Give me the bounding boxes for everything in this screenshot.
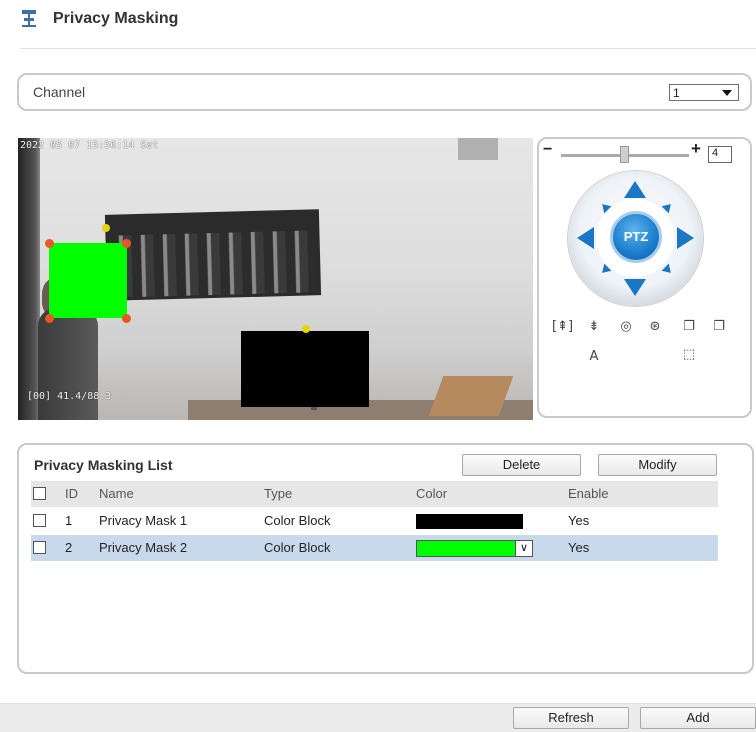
mask-2-corner-handle[interactable] — [122, 239, 131, 248]
mask-2-corner-handle[interactable] — [45, 314, 54, 323]
focus-far-icon[interactable]: ⊛ — [645, 318, 665, 336]
row-checkbox[interactable] — [33, 541, 46, 554]
iris-open-icon[interactable]: ❐ — [679, 318, 699, 336]
zoom-slider-thumb[interactable] — [620, 146, 629, 163]
channel-bar: Channel 1 — [17, 73, 752, 111]
channel-label: Channel — [33, 84, 86, 100]
scene-person — [38, 308, 98, 420]
row-name: Privacy Mask 1 — [99, 513, 188, 528]
delete-button[interactable]: Delete — [462, 454, 581, 476]
row-id: 2 — [65, 540, 73, 555]
row-color-select[interactable]: ∨ — [416, 540, 533, 557]
chevron-down-icon — [722, 90, 732, 96]
header-divider — [20, 48, 756, 49]
scene-left-edge — [18, 138, 40, 420]
row-enable: Yes — [568, 540, 590, 555]
channel-select[interactable]: 1 — [669, 84, 739, 101]
privacy-masking-icon — [22, 10, 36, 27]
column-header-color: Color — [416, 486, 448, 501]
page-title: Privacy Masking — [53, 10, 179, 27]
privacy-mask-2-region[interactable] — [49, 243, 127, 318]
pan-right-icon[interactable] — [677, 227, 694, 249]
mask-2-corner-handle[interactable] — [122, 314, 131, 323]
ptz-center-button[interactable]: PTZ — [610, 211, 662, 263]
refresh-button[interactable]: Refresh — [513, 707, 629, 729]
scene-wall-plate — [458, 138, 498, 160]
row-checkbox[interactable] — [33, 514, 46, 527]
pan-left-icon[interactable] — [577, 227, 594, 249]
mask-2-corner-handle[interactable] — [45, 239, 54, 248]
video-preview[interactable]: 2022 05 07 15:56:14 Sat [00] 41.4/88.3 — [18, 138, 533, 420]
table-row[interactable]: 2 Privacy Mask 2 Color Block ∨ Yes — [31, 535, 718, 561]
zoom-minus-button[interactable]: − — [543, 141, 552, 159]
mask-2-move-handle-icon[interactable] — [102, 224, 110, 232]
row-enable: Yes — [568, 513, 590, 528]
zoom-in-icon[interactable]: [⇞] — [552, 318, 573, 336]
table-row[interactable]: 1 Privacy Mask 1 Color Block Yes — [31, 508, 718, 534]
scene-curtain — [109, 230, 316, 298]
modify-button[interactable]: Modify — [598, 454, 717, 476]
zoom-plus-button[interactable]: + — [691, 139, 701, 159]
privacy-mask-1-region[interactable] — [241, 331, 369, 407]
mask-1-handle-icon[interactable] — [302, 325, 310, 333]
row-type: Color Block — [264, 513, 331, 528]
column-header-type: Type — [264, 486, 293, 501]
table-header: ID Name Type Color Enable — [31, 481, 718, 507]
column-header-enable: Enable — [568, 486, 609, 501]
channel-select-value: 1 — [673, 86, 680, 100]
privacy-masking-list-panel: Privacy Masking List Delete Modify ID Na… — [17, 443, 754, 674]
add-button[interactable]: Add — [640, 707, 756, 729]
chevron-down-icon: ∨ — [515, 541, 532, 556]
row-type: Color Block — [264, 540, 331, 555]
pan-down-icon[interactable] — [624, 279, 646, 296]
column-header-name: Name — [99, 486, 134, 501]
pan-up-icon[interactable] — [624, 181, 646, 198]
ptz-panel: − + 4 PTZ [⇞] ⇟ ◎ ⊛ ❐ ❐ A ⬚ — [537, 137, 752, 418]
select-all-checkbox[interactable] — [33, 487, 46, 500]
ptz-direction-pad: PTZ — [568, 171, 703, 306]
pan-down-right-icon[interactable] — [661, 263, 675, 277]
auto-focus-icon[interactable]: A — [584, 348, 604, 366]
row-color-swatch — [416, 514, 523, 529]
zoom-out-icon[interactable]: ⇟ — [584, 318, 604, 336]
column-header-id: ID — [65, 486, 78, 501]
zoom-value-input[interactable]: 4 — [708, 146, 732, 163]
row-id: 1 — [65, 513, 73, 528]
row-name: Privacy Mask 2 — [99, 540, 188, 555]
osd-timestamp: 2022 05 07 15:56:14 Sat — [20, 140, 159, 151]
osd-coordinates: [00] 41.4/88.3 — [27, 391, 112, 402]
scene-box — [428, 376, 514, 416]
fullscreen-icon[interactable]: ⬚ — [679, 346, 699, 364]
focus-near-icon[interactable]: ◎ — [616, 318, 636, 336]
iris-close-icon[interactable]: ❐ — [709, 318, 729, 336]
list-title: Privacy Masking List — [34, 457, 173, 473]
